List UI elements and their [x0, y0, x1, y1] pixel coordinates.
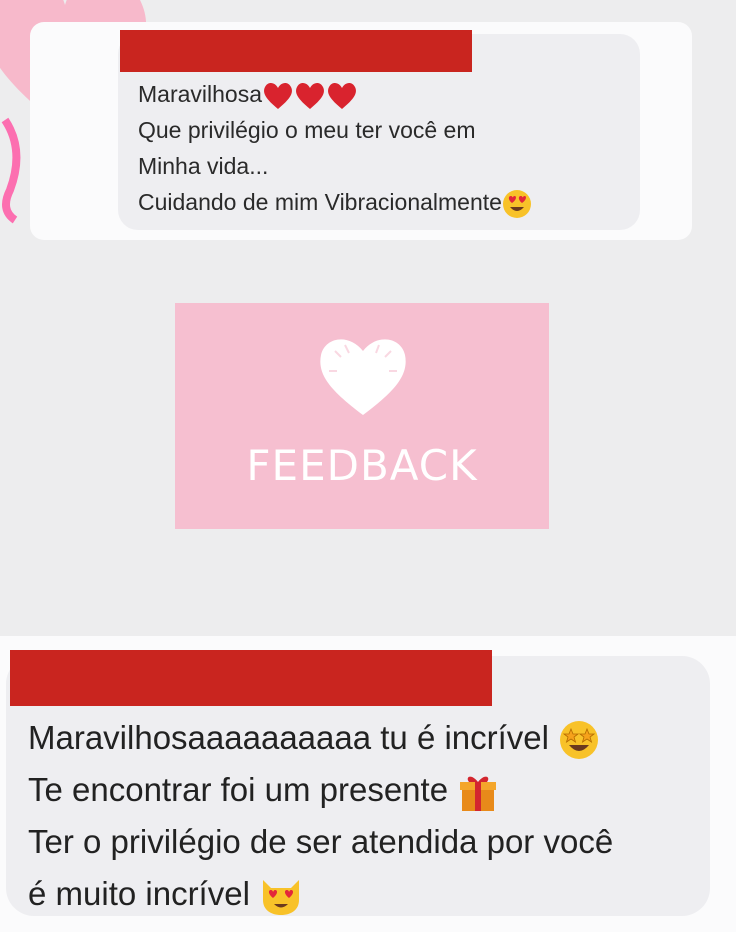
- feedback-label: FEEDBACK: [246, 441, 478, 490]
- message-line: Maravilhosa: [138, 76, 532, 112]
- message-line: Te encontrar foi um presente: [28, 764, 613, 816]
- chat-screenshot: { "message_top": { "lines": [ "Maravilho…: [0, 0, 736, 932]
- message-line: Cuidando de mim Vibracionalmente: [138, 184, 532, 220]
- gift-emoji-icon: [460, 776, 497, 812]
- redacted-sender-name: [120, 30, 472, 72]
- message-line: Ter o privilégio de ser atendida por voc…: [28, 823, 614, 860]
- redacted-sender-name: [10, 650, 492, 706]
- message-text-top: Maravilhosa Que privilégio o meu ter voc…: [138, 76, 532, 220]
- star-struck-emoji-icon: [560, 721, 599, 760]
- message-line: Minha vida...: [138, 153, 269, 179]
- message-line: Maravilhosaaaaaaaaaa tu é incrível: [28, 712, 613, 764]
- red-heart-emoji-icon: [264, 82, 292, 109]
- red-heart-emoji-icon: [328, 82, 356, 109]
- heart-icon: [320, 339, 406, 415]
- message-line: é muito incrível: [28, 868, 613, 920]
- heart-eyes-cat-emoji-icon: [263, 880, 300, 916]
- heart-eyes-emoji-icon: [502, 189, 531, 218]
- message-line: Que privilégio o meu ter você em: [138, 117, 476, 143]
- red-heart-emoji-icon: [296, 82, 324, 109]
- message-text-bottom: Maravilhosaaaaaaaaaa tu é incrível Te en…: [28, 712, 613, 920]
- feedback-card: FEEDBACK: [175, 303, 549, 529]
